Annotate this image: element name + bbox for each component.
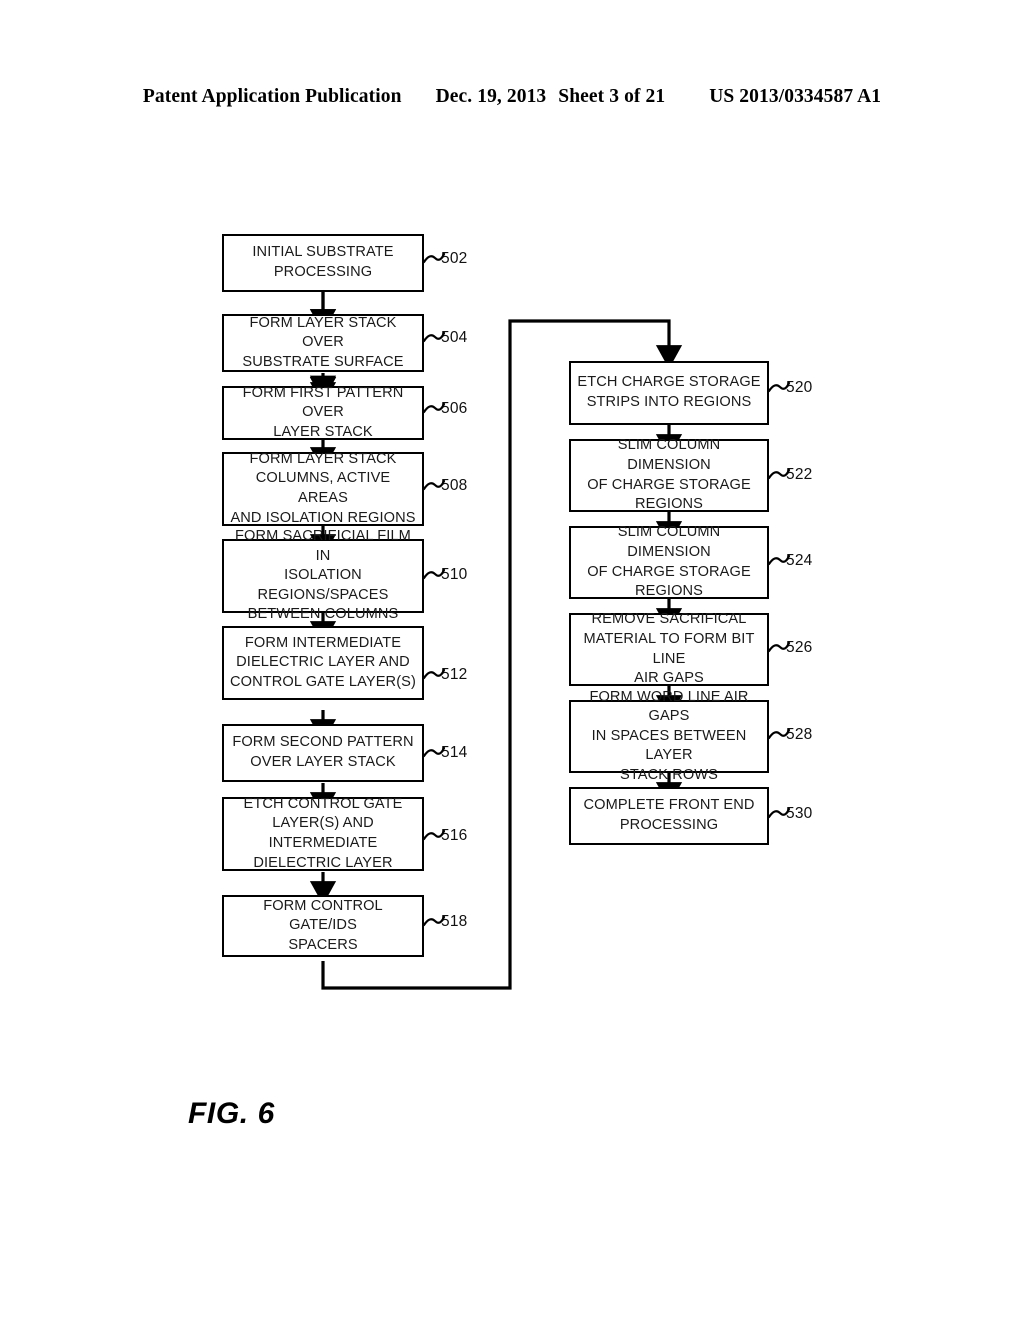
flow-box-512[interactable]: FORM INTERMEDIATE DIELECTRIC LAYER AND C… xyxy=(222,626,424,700)
flow-box-516-label: ETCH CONTROL GATE LAYER(S) AND INTERMEDI… xyxy=(243,795,403,871)
flow-box-502-label: INITIAL SUBSTRATE PROCESSING xyxy=(252,244,394,280)
flow-box-526-label: REMOVE SACRIFICAL MATERIAL TO FORM BIT L… xyxy=(583,611,755,687)
flow-box-508[interactable]: FORM LAYER STACK COLUMNS, ACTIVE AREAS A… xyxy=(222,450,424,526)
flow-box-526[interactable]: REMOVE SACRIFICAL MATERIAL TO FORM BIT L… xyxy=(569,611,769,687)
flow-box-530[interactable]: COMPLETE FRONT END PROCESSING xyxy=(569,787,769,845)
figure-6-flowchart xyxy=(0,0,1024,1320)
flow-box-530-label: COMPLETE FRONT END PROCESSING xyxy=(583,797,755,833)
ref-label-510: 510 xyxy=(441,566,468,583)
flow-box-512-label: FORM INTERMEDIATE DIELECTRIC LAYER AND C… xyxy=(230,634,416,690)
flow-box-508-label: FORM LAYER STACK COLUMNS, ACTIVE AREAS A… xyxy=(230,450,416,526)
flow-box-506-label: FORM FIRST PATTERN OVER LAYER STACK xyxy=(242,384,404,440)
ref-label-520: 520 xyxy=(786,379,813,396)
flow-box-504[interactable]: FORM LAYER STACK OVER SUBSTRATE SURFACE xyxy=(222,314,424,372)
flow-box-514[interactable]: FORM SECOND PATTERN OVER LAYER STACK xyxy=(222,724,424,782)
flow-box-520[interactable]: ETCH CHARGE STORAGE STRIPS INTO REGIONS xyxy=(569,361,769,425)
ref-label-516: 516 xyxy=(441,827,468,844)
ref-label-508: 508 xyxy=(441,477,468,494)
flow-box-510[interactable]: FORM SACRIFICIAL FILM IN ISOLATION REGIO… xyxy=(222,528,424,622)
flow-box-506[interactable]: FORM FIRST PATTERN OVER LAYER STACK xyxy=(222,384,424,440)
flow-box-524[interactable]: SLIM COLUMN DIMENSION OF CHARGE STORAGE … xyxy=(569,524,769,600)
flow-box-504-label: FORM LAYER STACK OVER SUBSTRATE SURFACE xyxy=(242,314,404,370)
flow-box-528-label: FORM WORD LINE AIR GAPS IN SPACES BETWEE… xyxy=(589,688,749,783)
ref-label-512: 512 xyxy=(441,666,468,683)
figure-caption: FIG. 6 xyxy=(188,1097,275,1130)
flow-box-518-label: FORM CONTROL GATE/IDS SPACERS xyxy=(263,897,383,953)
ref-label-526: 526 xyxy=(786,639,813,656)
flow-box-520-label: ETCH CHARGE STORAGE STRIPS INTO REGIONS xyxy=(577,374,761,410)
ref-label-522: 522 xyxy=(786,466,813,483)
flow-box-510-label: FORM SACRIFICIAL FILM IN ISOLATION REGIO… xyxy=(235,528,411,623)
flow-box-528[interactable]: FORM WORD LINE AIR GAPS IN SPACES BETWEE… xyxy=(569,689,769,783)
flow-box-514-label: FORM SECOND PATTERN OVER LAYER STACK xyxy=(232,734,414,770)
ref-label-514: 514 xyxy=(441,744,468,761)
flow-box-502[interactable]: INITIAL SUBSTRATE PROCESSING xyxy=(222,234,424,292)
ref-label-502: 502 xyxy=(441,250,468,267)
ref-label-524: 524 xyxy=(786,552,813,569)
ref-label-528: 528 xyxy=(786,726,813,743)
flow-box-522-label: SLIM COLUMN DIMENSION OF CHARGE STORAGE … xyxy=(587,437,751,513)
ref-label-530: 530 xyxy=(786,805,813,822)
ref-label-506: 506 xyxy=(441,400,468,417)
flowchart-connectors xyxy=(309,291,683,990)
ref-label-518: 518 xyxy=(441,913,468,930)
flow-box-518[interactable]: FORM CONTROL GATE/IDS SPACERS xyxy=(222,895,424,957)
flow-box-516[interactable]: ETCH CONTROL GATE LAYER(S) AND INTERMEDI… xyxy=(222,795,424,871)
flow-box-522[interactable]: SLIM COLUMN DIMENSION OF CHARGE STORAGE … xyxy=(569,437,769,513)
ref-label-504: 504 xyxy=(441,329,468,346)
flow-box-524-label: SLIM COLUMN DIMENSION OF CHARGE STORAGE … xyxy=(587,524,751,600)
